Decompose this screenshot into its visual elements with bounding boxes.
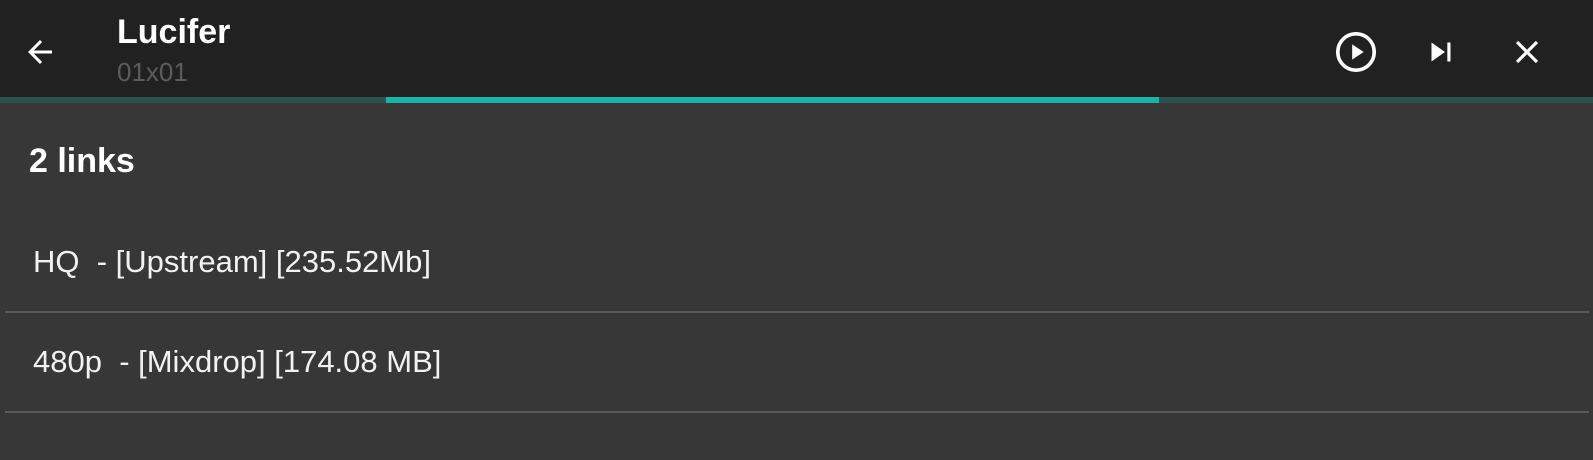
list-item[interactable]: 480p - [Mixdrop] [174.08 MB] — [5, 313, 1589, 413]
play-button[interactable] — [1328, 24, 1384, 80]
links-count-heading: 2 links — [29, 142, 135, 180]
link-label: HQ - [Upstream] [235.52Mb] — [33, 244, 431, 279]
top-app-bar: Lucifer 01x01 — [0, 0, 1593, 97]
skip-next-icon — [1431, 42, 1451, 62]
link-label: 480p - [Mixdrop] [174.08 MB] — [33, 344, 442, 379]
app-window: Lucifer 01x01 2 links HQ - [Upstream] [2… — [0, 0, 1593, 460]
episode-subtitle: 01x01 — [117, 57, 188, 87]
close-button[interactable] — [1499, 24, 1555, 80]
link-list: HQ - [Upstream] [235.52Mb] 480p - [Mixdr… — [5, 213, 1589, 413]
title-block: Lucifer 01x01 — [117, 12, 230, 88]
close-icon — [1515, 40, 1539, 64]
arrow-left-icon — [28, 40, 52, 64]
progress-track — [0, 97, 1593, 103]
next-button[interactable] — [1413, 24, 1469, 80]
progress-indicator — [386, 97, 1159, 103]
list-item[interactable]: HQ - [Upstream] [235.52Mb] — [5, 213, 1589, 313]
back-button[interactable] — [18, 30, 62, 74]
show-title: Lucifer — [117, 13, 231, 51]
play-circle-icon — [1335, 31, 1377, 73]
